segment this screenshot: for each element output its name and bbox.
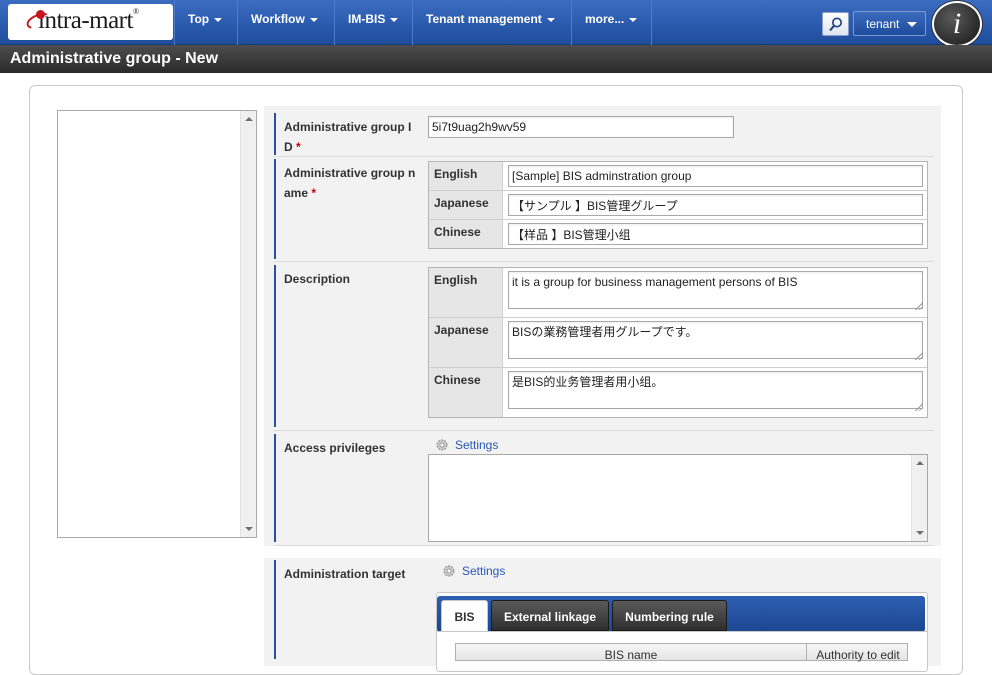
bis-grid-header: BIS name Authority to edit xyxy=(455,643,908,662)
description-label: Description xyxy=(274,265,422,427)
administration-target-label: Administration target xyxy=(274,560,422,659)
scroll-up-icon[interactable] xyxy=(916,461,924,465)
scroll-down-icon[interactable] xyxy=(245,527,253,531)
access-settings-link[interactable]: Settings xyxy=(455,438,498,452)
nav-item-workflow[interactable]: Workflow xyxy=(237,0,334,45)
caret-down-icon xyxy=(629,17,638,22)
caret-down-icon xyxy=(546,17,555,22)
search-icon xyxy=(829,17,842,32)
search-button[interactable] xyxy=(822,12,849,36)
description-label-text: Description xyxy=(284,272,351,286)
group-name-label-line2: ame xyxy=(284,186,309,200)
nav-item-label: Tenant management xyxy=(426,12,542,26)
administration-target-label-text: Administration target xyxy=(284,567,406,581)
nav-item-label: Top xyxy=(188,12,210,26)
access-privileges-list[interactable] xyxy=(428,454,928,542)
description-row-english: English it is a group for business manag… xyxy=(429,268,927,318)
tab-content-border xyxy=(437,631,927,632)
nav-item-im-bis[interactable]: IM-BIS xyxy=(334,0,412,45)
row-divider xyxy=(274,430,934,431)
scroll-up-icon[interactable] xyxy=(245,117,253,121)
nav-item-top[interactable]: Top xyxy=(174,0,237,45)
description-english-textarea[interactable]: it is a group for business management pe… xyxy=(508,271,923,309)
row-divider xyxy=(274,261,934,262)
resize-grip-icon[interactable] xyxy=(915,352,923,360)
group-tree-panel[interactable] xyxy=(57,110,257,538)
lang-label-chinese: Chinese xyxy=(429,368,503,417)
logo-registered-mark: ® xyxy=(132,7,139,16)
caret-down-icon xyxy=(907,22,917,27)
info-icon-glyph: i xyxy=(952,7,962,40)
gear-icon[interactable] xyxy=(442,564,456,578)
description-row-japanese: Japanese BISの業務管理者用グループです。 xyxy=(429,318,927,368)
caret-down-icon xyxy=(309,17,318,22)
caret-down-icon xyxy=(390,17,399,22)
access-list-scrollbar[interactable] xyxy=(911,455,927,541)
lang-label-chinese: Chinese xyxy=(429,220,503,248)
nav-item-more[interactable]: more... xyxy=(571,0,652,45)
group-name-row-english: English xyxy=(429,162,927,191)
description-chinese-textarea[interactable]: 是BIS的业务管理者用小组。 xyxy=(508,371,923,409)
description-japanese-textarea[interactable]: BISの業務管理者用グループです。 xyxy=(508,321,923,359)
group-name-table: English Japanese Chinese xyxy=(428,161,928,249)
intra-mart-info-icon[interactable]: i xyxy=(932,1,982,47)
group-id-label-line1: Administrative group I xyxy=(284,120,412,134)
lang-label-english: English xyxy=(429,268,503,317)
page-title: Administrative group - New xyxy=(10,50,219,67)
description-row-chinese: Chinese 是BIS的业务管理者用小组。 xyxy=(429,368,927,417)
tab-bis[interactable]: BIS xyxy=(441,600,488,632)
access-privileges-label-text: Access privileges xyxy=(284,441,386,455)
required-marker: * xyxy=(296,140,301,154)
tab-label: External linkage xyxy=(503,610,597,624)
page-title-bar: Administrative group - New xyxy=(0,45,992,73)
column-header-bis-name[interactable]: BIS name xyxy=(456,644,807,662)
resize-grip-icon[interactable] xyxy=(915,403,923,411)
lang-label-japanese: Japanese xyxy=(429,318,503,367)
tab-label: Numbering rule xyxy=(625,610,714,624)
tenant-dropdown[interactable]: tenant xyxy=(853,11,926,36)
nav-item-label: more... xyxy=(585,12,625,26)
group-id-label-line2: D xyxy=(284,140,293,154)
nav-item-label: IM-BIS xyxy=(348,12,386,26)
intra-mart-logo[interactable]: intra-mart® xyxy=(8,4,173,40)
group-name-english-input[interactable] xyxy=(508,165,923,187)
group-name-label: Administrative group n ame * xyxy=(274,159,422,259)
resize-grip-icon[interactable] xyxy=(915,302,923,310)
tenant-label: tenant xyxy=(866,17,900,31)
target-settings-link[interactable]: Settings xyxy=(462,564,505,578)
tab-label: BIS xyxy=(454,610,475,624)
description-table: English it is a group for business manag… xyxy=(428,267,928,418)
required-marker: * xyxy=(311,186,317,200)
group-name-row-japanese: Japanese xyxy=(429,191,927,220)
top-navigation-bar: intra-mart® Top Workflow IM-BIS Tenant m… xyxy=(0,0,992,47)
group-name-label-line1: Administrative group n xyxy=(284,166,416,180)
logo-dot-icon xyxy=(36,10,45,19)
row-divider xyxy=(274,156,934,157)
group-name-chinese-input[interactable] xyxy=(508,223,923,245)
lang-label-japanese: Japanese xyxy=(429,191,503,219)
column-header-authority-to-edit[interactable]: Authority to edit xyxy=(808,644,908,662)
tree-scrollbar[interactable] xyxy=(240,111,256,537)
scroll-down-icon[interactable] xyxy=(916,531,924,535)
group-name-row-chinese: Chinese xyxy=(429,220,927,248)
group-id-input[interactable] xyxy=(428,116,734,138)
section-gap xyxy=(264,546,941,558)
gear-icon[interactable] xyxy=(435,438,449,452)
nav-item-tenant-management[interactable]: Tenant management xyxy=(412,0,571,45)
tab-numbering-rule[interactable]: Numbering rule xyxy=(612,600,727,631)
group-name-japanese-input[interactable] xyxy=(508,194,923,216)
caret-down-icon xyxy=(214,17,223,22)
lang-label-english: English xyxy=(429,162,503,190)
nav-item-label: Workflow xyxy=(251,12,305,26)
logo-text: intra-mart xyxy=(38,7,133,34)
group-id-label: Administrative group I D * xyxy=(274,113,422,155)
access-privileges-label: Access privileges xyxy=(274,434,422,542)
tab-external-linkage[interactable]: External linkage xyxy=(491,600,609,631)
